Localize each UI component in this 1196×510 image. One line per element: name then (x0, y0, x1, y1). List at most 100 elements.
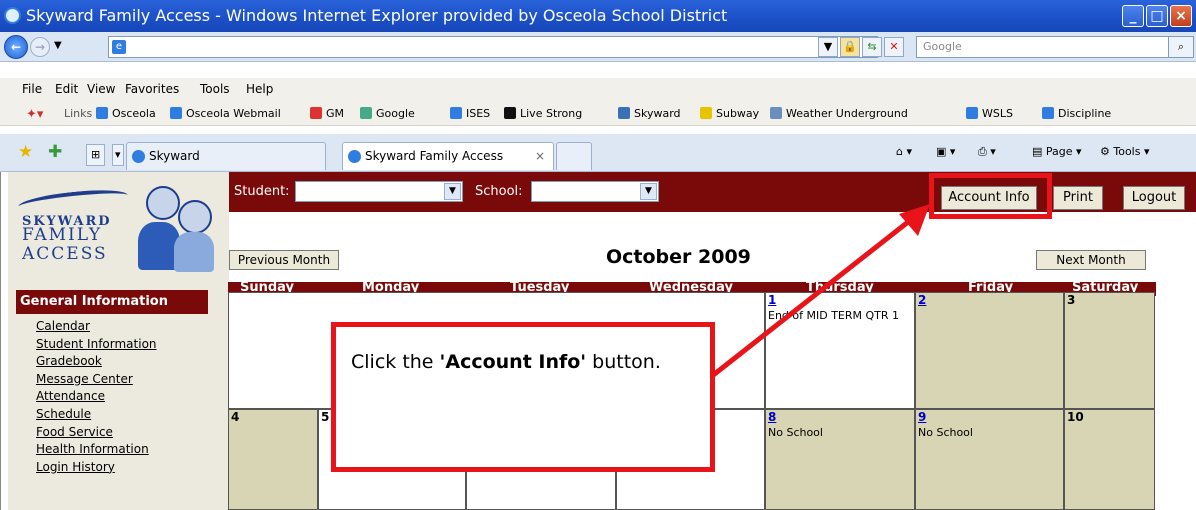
day-number: 5 (321, 410, 330, 424)
link-gm[interactable]: GM (310, 107, 344, 120)
stop-button[interactable]: ✕ (884, 37, 904, 57)
day-number-link[interactable]: 8 (768, 410, 776, 424)
family-people-icon (174, 232, 214, 272)
new-tab-button[interactable] (556, 142, 592, 170)
calendar-day-cell[interactable]: 3 (1064, 292, 1155, 409)
tab-skyward-family-access[interactable]: Skyward Family Access × (342, 142, 554, 170)
calendar-day-cell[interactable]: 1 End of MID TERM QTR 1 (765, 292, 915, 409)
close-tab-icon[interactable]: × (535, 143, 545, 169)
logout-button[interactable]: Logout (1123, 186, 1185, 210)
skyward-icon (618, 107, 630, 119)
window-titlebar: Skyward Family Access - Windows Internet… (0, 0, 1196, 32)
ie-icon (966, 107, 978, 119)
link-weather-underground[interactable]: Weather Underground (770, 107, 908, 120)
feeds-icon[interactable]: ✦▾ (26, 107, 43, 122)
tab-list-button[interactable]: ▾ (112, 144, 124, 166)
refresh-button[interactable]: ⇆ (862, 37, 882, 57)
calendar-day-cell[interactable]: 2 (915, 292, 1064, 409)
search-button[interactable]: ⌕ (1168, 36, 1194, 58)
day-event: No School (918, 426, 973, 439)
lock-icon[interactable]: 🔒 (840, 37, 860, 57)
rss-icon[interactable]: ▣ ▾ (936, 145, 955, 158)
link-live-strong[interactable]: Live Strong (504, 107, 582, 120)
back-button[interactable]: ← (4, 35, 28, 59)
weather-icon (770, 107, 782, 119)
menu-favorites[interactable]: Favorites (125, 82, 179, 96)
tools-menu[interactable]: ⚙ Tools ▾ (1100, 145, 1150, 158)
page-menu[interactable]: ▤ Page ▾ (1032, 145, 1082, 158)
link-google[interactable]: Google (360, 107, 415, 120)
ie-icon (170, 107, 182, 119)
link-subway[interactable]: Subway (700, 107, 759, 120)
chevron-down-icon[interactable]: ▼ (54, 40, 62, 51)
link-osceola[interactable]: Osceola (96, 107, 156, 120)
account-info-highlight (929, 173, 1052, 219)
nav-student-information[interactable]: Student Information (36, 336, 157, 354)
print-icon[interactable]: ⎙ ▾ (978, 145, 996, 159)
link-wsls[interactable]: WSLS (966, 107, 1013, 120)
student-select[interactable]: ▼ (295, 181, 463, 202)
link-label: Osceola Webmail (186, 107, 281, 120)
school-label: School: (475, 184, 523, 199)
nav-calendar[interactable]: Calendar (36, 318, 157, 336)
school-select[interactable]: ▼ (531, 181, 659, 202)
add-favorite-icon[interactable]: ✚ (48, 142, 62, 162)
nav-schedule[interactable]: Schedule (36, 406, 157, 424)
nav-links: Calendar Student Information Gradebook M… (36, 318, 157, 476)
print-button[interactable]: Print (1053, 186, 1103, 210)
nav-food-service[interactable]: Food Service (36, 424, 157, 442)
link-label: Weather Underground (786, 107, 908, 120)
url-input[interactable]: e (108, 36, 878, 58)
next-month-button[interactable]: Next Month (1036, 250, 1146, 270)
forward-button[interactable]: → (30, 37, 50, 57)
nav-attendance[interactable]: Attendance (36, 388, 157, 406)
logo-text-family: FAMILY (22, 225, 103, 245)
instruction-callout: Click the 'Account Info' button. (331, 322, 715, 472)
link-label: Osceola (112, 107, 156, 120)
nav-login-history[interactable]: Login History (36, 459, 157, 477)
calendar-day-cell[interactable]: 10 (1064, 409, 1155, 510)
menu-tools[interactable]: Tools (200, 82, 230, 96)
search-input[interactable]: Google (916, 36, 1170, 58)
link-label: Skyward (634, 107, 681, 120)
day-number-link[interactable]: 2 (918, 293, 926, 307)
ie-icon (450, 107, 462, 119)
previous-month-button[interactable]: Previous Month (229, 250, 339, 270)
menu-edit[interactable]: Edit (55, 82, 78, 96)
livestrong-icon (504, 107, 516, 119)
link-discipline[interactable]: Discipline (1042, 107, 1111, 120)
instruction-suffix: button. (586, 351, 661, 373)
close-button[interactable]: × (1170, 5, 1192, 27)
home-icon[interactable]: ⌂ ▾ (896, 145, 912, 158)
maximize-button[interactable]: □ (1146, 5, 1168, 27)
favorites-star-icon[interactable]: ★ (18, 142, 33, 162)
nav-message-center[interactable]: Message Center (36, 371, 157, 389)
calendar-day-cell[interactable]: 4 (228, 409, 318, 510)
day-number-link[interactable]: 1 (768, 293, 776, 307)
tab-skyward[interactable]: Skyward (126, 142, 326, 170)
quick-tabs-button[interactable]: ⊞ (86, 144, 106, 166)
day-number-link[interactable]: 9 (918, 410, 926, 424)
nav-health-information[interactable]: Health Information (36, 441, 157, 459)
calendar-day-cell[interactable]: 8 No School (765, 409, 915, 510)
links-bar: ✦▾ Links Osceola Osceola Webmail GM Goog… (0, 102, 1196, 126)
link-label: WSLS (982, 107, 1013, 120)
link-label: GM (326, 107, 345, 120)
nav-gradebook[interactable]: Gradebook (36, 353, 157, 371)
logo-swoosh (17, 186, 129, 216)
menu-help[interactable]: Help (246, 82, 273, 96)
minimize-button[interactable]: _ (1122, 5, 1144, 27)
link-skyward[interactable]: Skyward (618, 107, 681, 120)
link-osceola-webmail[interactable]: Osceola Webmail (170, 107, 281, 120)
day-event: No School (768, 426, 823, 439)
day-event: End of MID TERM QTR 1 (768, 309, 900, 322)
menu-file[interactable]: File (22, 82, 42, 96)
link-ises[interactable]: ISES (450, 107, 490, 120)
calendar-day-cell[interactable]: 9 No School (915, 409, 1064, 510)
link-label: Live Strong (520, 107, 583, 120)
menu-view[interactable]: View (87, 82, 115, 96)
google-icon (360, 107, 372, 119)
url-dropdown-button[interactable]: ▼ (818, 37, 838, 57)
link-label: Google (376, 107, 415, 120)
nav-header: General Information (16, 290, 208, 314)
